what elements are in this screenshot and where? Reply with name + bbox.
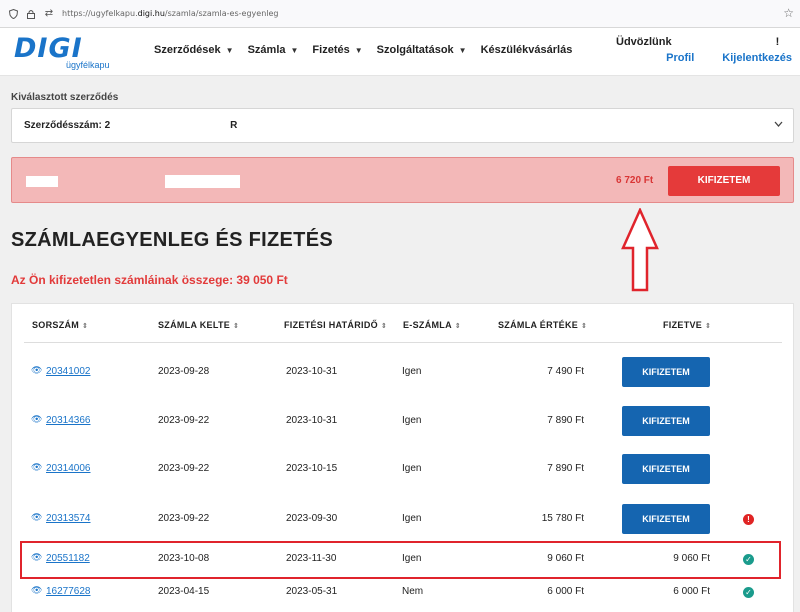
invoice-value: 7 490 Ft xyxy=(547,366,584,377)
redacted-address xyxy=(165,175,240,188)
annotation-arrow-icon xyxy=(621,208,659,292)
nav-fizetes[interactable]: Fizetés ▼ xyxy=(312,44,362,56)
pay-button[interactable]: KIFIZETEM xyxy=(622,454,710,484)
invoice-due-date: 2023-10-31 xyxy=(286,415,338,426)
invoice-date: 2023-04-15 xyxy=(158,586,210,597)
browser-address-bar[interactable]: ⇄ https://ugyfelkapu.digi.hu/szamla/szam… xyxy=(0,0,800,28)
e-invoice-flag: Igen xyxy=(402,415,422,426)
invoice-date: 2023-09-22 xyxy=(158,463,210,474)
col-header-szamla-kelte[interactable]: SZÁMLA KELTE ⇕ xyxy=(158,320,239,330)
invoice-date: 2023-09-28 xyxy=(158,366,210,377)
invoice-due-date: 2023-10-15 xyxy=(286,463,338,474)
col-header-sorszam[interactable]: SORSZÁM ⇕ xyxy=(32,320,88,330)
eye-icon[interactable]: 👁 xyxy=(31,513,42,523)
chevron-down-icon: ▼ xyxy=(225,45,234,55)
sort-icon: ⇕ xyxy=(380,323,388,330)
col-header-szamla-erteke[interactable]: SZÁMLA ÉRTÉKE ⇕ xyxy=(498,320,587,330)
nav-szolgaltatasok[interactable]: Szolgáltatások ▼ xyxy=(377,44,467,56)
alert-pay-button[interactable]: KIFIZETEM xyxy=(668,166,780,196)
chevron-down-icon: ▼ xyxy=(458,45,467,55)
alert-amount: 6 720 Ft xyxy=(616,175,654,186)
chevron-down-icon xyxy=(774,119,783,129)
e-invoice-flag: Nem xyxy=(402,586,424,597)
invoice-number-link[interactable]: 16277628 xyxy=(46,586,91,597)
url-text[interactable]: https://ugyfelkapu.digi.hu/szamla/szamla… xyxy=(62,9,278,18)
annotation-highlight-box xyxy=(20,541,781,579)
eye-icon[interactable]: 👁 xyxy=(31,415,42,425)
sort-icon: ⇕ xyxy=(233,323,240,330)
logout-link[interactable]: Kijelentkezés xyxy=(722,52,792,64)
e-invoice-flag: Igen xyxy=(402,366,422,377)
invoice-value: 15 780 Ft xyxy=(541,513,584,524)
col-header-e-szamla[interactable]: E-SZÁMLA ⇕ xyxy=(403,320,461,330)
invoice-value: 7 890 Ft xyxy=(547,463,584,474)
digi-logo[interactable]: DIGI ügyfélkapu xyxy=(14,35,118,72)
bookmark-star-icon[interactable]: ☆ xyxy=(783,6,794,20)
paid-amount: 6 000 Ft xyxy=(673,586,710,597)
invoice-value: 6 000 Ft xyxy=(547,586,584,597)
nav-szerzodesek[interactable]: Szerződések ▼ xyxy=(154,44,234,56)
eye-icon[interactable]: 👁 xyxy=(31,463,42,473)
nav-keszulekvasarlas[interactable]: Készülékvásárlás xyxy=(481,44,573,56)
page-title: SZÁMLAEGYENLEG ÉS FIZETÉS xyxy=(11,229,333,251)
lock-icon xyxy=(26,9,36,19)
invoice-number-link[interactable]: 20313574 xyxy=(46,513,91,524)
invoice-date: 2023-09-22 xyxy=(158,513,210,524)
invoice-due-date: 2023-05-31 xyxy=(286,586,338,597)
main-nav: Szerződések ▼ Számla ▼ Fizetés ▼ Szolgáltat… xyxy=(154,44,586,56)
sort-icon: ⇕ xyxy=(82,323,89,330)
unpaid-summary: Az Ön kifizetetlen számláinak összege: 3… xyxy=(11,273,288,287)
sort-icon: ⇕ xyxy=(581,323,588,330)
redacted-name xyxy=(26,176,58,187)
pay-button[interactable]: KIFIZETEM xyxy=(622,406,710,436)
invoice-number-link[interactable]: 20314006 xyxy=(46,463,91,474)
pay-button[interactable]: KIFIZETEM xyxy=(622,357,710,387)
e-invoice-flag: Igen xyxy=(402,513,422,524)
e-invoice-flag: Igen xyxy=(402,463,422,474)
profile-link[interactable]: Profil xyxy=(666,52,694,64)
contract-label: Kiválasztott szerződés xyxy=(11,92,119,103)
col-header-fizetve[interactable]: FIZETVE ⇕ xyxy=(663,320,711,330)
chevron-down-icon: ▼ xyxy=(354,45,363,55)
eye-icon[interactable]: 👁 xyxy=(31,366,42,376)
eye-icon[interactable]: 👁 xyxy=(31,586,42,596)
header-divider xyxy=(24,342,782,343)
site-header: DIGI ügyfélkapu Szerződések ▼ Számla ▼ Fiz… xyxy=(0,28,800,76)
pay-button[interactable]: KIFIZETEM xyxy=(622,504,710,534)
welcome-text: Üdvözlünk! xyxy=(616,36,780,48)
nav-szamla[interactable]: Számla ▼ xyxy=(248,44,299,56)
invoice-number-link[interactable]: 20314366 xyxy=(46,415,91,426)
redacted-contract-number xyxy=(110,120,231,131)
shield-icon xyxy=(8,8,18,19)
col-header-fizetesi-hatarido[interactable]: FIZETÉSI HATÁRIDŐ ⇕ xyxy=(284,320,387,330)
check-icon: ✓ xyxy=(743,587,754,598)
tracking-icon: ⇄ xyxy=(44,8,54,19)
invoice-value: 7 890 Ft xyxy=(547,415,584,426)
contract-select[interactable]: Szerződésszám: 2R xyxy=(11,108,794,143)
chevron-down-icon: ▼ xyxy=(290,45,299,55)
invoice-due-date: 2023-09-30 xyxy=(286,513,338,524)
invoice-date: 2023-09-22 xyxy=(158,415,210,426)
balance-alert: 6 720 Ft KIFIZETEM xyxy=(11,157,794,203)
sort-icon: ⇕ xyxy=(454,323,462,330)
warning-icon: ! xyxy=(743,514,754,525)
sort-icon: ⇕ xyxy=(705,323,712,330)
invoice-due-date: 2023-10-31 xyxy=(286,366,338,377)
invoice-number-link[interactable]: 20341002 xyxy=(46,366,91,377)
